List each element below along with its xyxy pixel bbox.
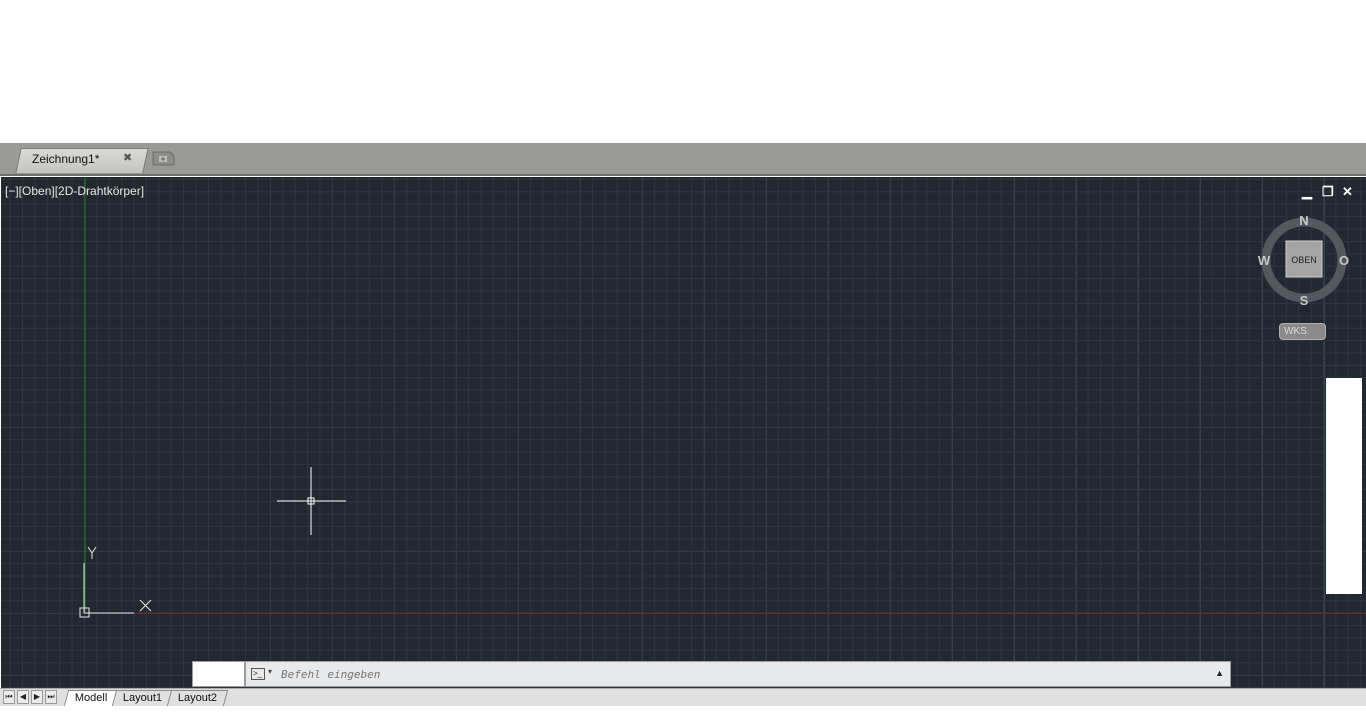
tab-layout2-label: Layout2 bbox=[177, 692, 218, 704]
command-line: >_ ▾ ▲ bbox=[245, 661, 1231, 687]
drawing-canvas bbox=[79, 177, 1366, 618]
first-layout-icon[interactable]: ⏮ bbox=[3, 690, 15, 704]
viewport-label[interactable]: [−][Oben][2D-Drahtkörper] bbox=[5, 184, 144, 198]
document-tab-label: Zeichnung1* bbox=[32, 152, 100, 166]
document-tab-bar: Zeichnung1* ✖ bbox=[0, 143, 1366, 176]
command-input[interactable] bbox=[281, 663, 1181, 685]
crosshair-cursor bbox=[277, 467, 346, 535]
ucs-menu-button[interactable]: WKS bbox=[1279, 323, 1326, 340]
viewcube[interactable]: OBEN N S W O bbox=[1250, 208, 1354, 312]
previous-layout-icon[interactable]: ◀ bbox=[17, 690, 29, 704]
ucs-icon[interactable] bbox=[79, 546, 152, 618]
next-layout-icon[interactable]: ▶ bbox=[31, 690, 43, 704]
command-history-panel bbox=[192, 661, 245, 687]
new-drawing-icon[interactable] bbox=[150, 150, 176, 167]
navigation-bar-panel bbox=[1326, 378, 1362, 594]
chevron-up-icon[interactable]: ▲ bbox=[1215, 668, 1224, 678]
viewport-minimize-icon[interactable]: ▁ bbox=[1302, 184, 1312, 200]
drawing-viewport[interactable] bbox=[1, 177, 1366, 688]
tab-layout2[interactable]: Layout2 bbox=[166, 690, 229, 706]
viewcube-face-label[interactable]: OBEN bbox=[1291, 255, 1317, 265]
command-prompt-icon[interactable]: >_ bbox=[251, 668, 265, 680]
viewport-close-icon[interactable]: ✕ bbox=[1342, 184, 1353, 200]
compass-east[interactable]: O bbox=[1339, 253, 1349, 268]
layout-tab-bar: ⏮ ◀ ▶ ⏭ Modell Layout1 Layout2 bbox=[0, 688, 1366, 706]
tab-layout1[interactable]: Layout1 bbox=[111, 690, 174, 706]
viewport-restore-icon[interactable]: ❐ bbox=[1322, 184, 1334, 200]
chevron-down-icon[interactable]: ▾ bbox=[268, 667, 272, 676]
compass-south[interactable]: S bbox=[1300, 293, 1309, 308]
tab-layout1-label: Layout1 bbox=[122, 692, 163, 704]
compass-north[interactable]: N bbox=[1299, 213, 1308, 228]
tab-modell[interactable]: Modell bbox=[63, 690, 119, 706]
compass-west[interactable]: W bbox=[1258, 253, 1271, 268]
last-layout-icon[interactable]: ⏭ bbox=[45, 690, 57, 704]
close-tab-icon[interactable]: ✖ bbox=[123, 151, 132, 164]
tab-modell-label: Modell bbox=[74, 692, 108, 704]
ribbon-area bbox=[0, 0, 1366, 143]
status-bar-area bbox=[0, 706, 1366, 728]
